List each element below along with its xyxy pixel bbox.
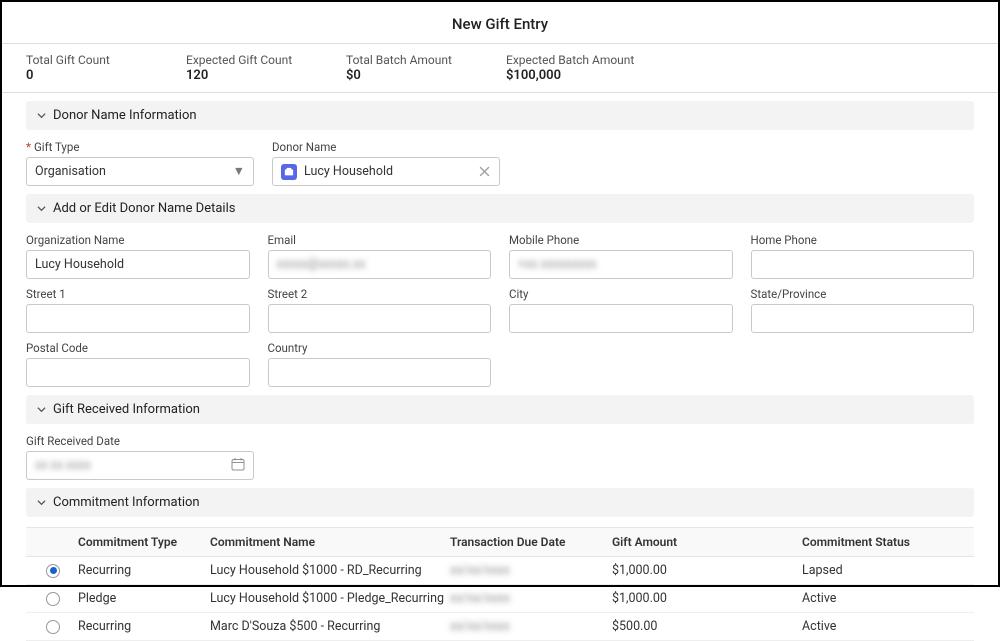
organization-name-input[interactable]: Lucy Household <box>26 250 250 279</box>
field-label: Street 2 <box>268 287 492 301</box>
row-radio[interactable] <box>46 592 60 606</box>
field-home-phone: Home Phone <box>751 233 975 279</box>
state-input[interactable] <box>751 304 975 333</box>
street2-input[interactable] <box>268 304 492 333</box>
account-icon <box>281 164 297 180</box>
cell-name: Lucy Household $1000 - Pledge_Recurring <box>210 591 450 606</box>
row-radio[interactable] <box>46 620 60 634</box>
field-organization-name: Organization Name Lucy Household <box>26 233 250 279</box>
field-label: City <box>509 287 733 301</box>
stat-value: 120 <box>186 68 346 83</box>
stat-total-batch-amount: Total Batch Amount $0 <box>346 53 506 83</box>
stat-value: $100,000 <box>506 68 686 83</box>
field-label: Email <box>268 233 492 247</box>
col-header-name: Commitment Name <box>210 535 450 549</box>
stat-value: 0 <box>26 68 186 83</box>
field-label: Gift Received Date <box>26 434 254 448</box>
section-donor-name-info[interactable]: Donor Name Information <box>26 101 974 130</box>
stat-label: Expected Gift Count <box>186 53 346 67</box>
clear-icon[interactable] <box>477 165 491 179</box>
field-label: State/Province <box>751 287 975 301</box>
section-title: Add or Edit Donor Name Details <box>53 201 235 216</box>
cell-type: Pledge <box>78 591 210 606</box>
field-label: Mobile Phone <box>509 233 733 247</box>
field-city: City <box>509 287 733 333</box>
donor-name-lookup[interactable]: Lucy Household <box>272 157 500 186</box>
field-label: Organization Name <box>26 233 250 247</box>
field-country: Country <box>268 341 492 387</box>
calendar-icon <box>231 457 245 475</box>
section-title: Donor Name Information <box>53 108 197 123</box>
field-label: Country <box>268 341 492 355</box>
cell-amount: $1,000.00 <box>612 563 802 578</box>
col-header-status: Commitment Status <box>802 535 974 549</box>
lookup-value: Lucy Household <box>304 164 393 179</box>
select-value: Organisation <box>35 164 106 179</box>
stat-expected-gift-count: Expected Gift Count 120 <box>186 53 346 83</box>
cell-type: Recurring <box>78 619 210 634</box>
stat-expected-batch-amount: Expected Batch Amount $100,000 <box>506 53 686 83</box>
cell-name: Marc D'Souza $500 - Recurring <box>210 619 450 634</box>
table-row[interactable]: RecurringMarc D'Souza $500 - Recurringxx… <box>26 613 974 641</box>
cell-status: Active <box>802 619 974 634</box>
field-street2: Street 2 <box>268 287 492 333</box>
field-label: Gift Type <box>34 140 79 154</box>
section-title: Gift Received Information <box>53 402 200 417</box>
col-header-amount: Gift Amount <box>612 535 802 549</box>
page-title: New Gift Entry <box>2 2 998 43</box>
cell-type: Recurring <box>78 563 210 578</box>
cell-date: xx/xx/xxxx <box>450 619 612 634</box>
col-header-type: Commitment Type <box>78 535 210 549</box>
commitment-table: Commitment Type Commitment Name Transact… <box>26 527 974 641</box>
gift-received-date-input[interactable]: xx xx xxxx <box>26 451 254 480</box>
gift-type-select[interactable]: Organisation ▼ <box>26 157 254 186</box>
section-commitment[interactable]: Commitment Information <box>26 488 974 517</box>
cell-date: xx/xx/xxxx <box>450 563 612 578</box>
chevron-down-icon <box>36 405 46 415</box>
cell-amount: $500.00 <box>612 619 802 634</box>
field-mobile-phone: Mobile Phone +xx xxxxxxxxx <box>509 233 733 279</box>
table-row[interactable]: PledgeLucy Household $1000 - Pledge_Recu… <box>26 585 974 613</box>
table-row[interactable]: RecurringLucy Household $1000 - RD_Recur… <box>26 557 974 585</box>
chevron-down-icon <box>36 498 46 508</box>
email-input[interactable]: xxxxx@xxxxx.xx <box>268 250 492 279</box>
col-header-date: Transaction Due Date <box>450 535 612 549</box>
section-title: Commitment Information <box>53 495 200 510</box>
stat-label: Expected Batch Amount <box>506 53 686 67</box>
stat-total-gift-count: Total Gift Count 0 <box>26 53 186 83</box>
section-donor-details[interactable]: Add or Edit Donor Name Details <box>26 194 974 223</box>
field-label: Donor Name <box>272 140 500 154</box>
field-gift-type: *Gift Type Organisation ▼ <box>26 140 254 186</box>
field-label: Home Phone <box>751 233 975 247</box>
city-input[interactable] <box>509 304 733 333</box>
cell-status: Active <box>802 591 974 606</box>
field-street1: Street 1 <box>26 287 250 333</box>
chevron-down-icon <box>36 204 46 214</box>
stat-value: $0 <box>346 68 506 83</box>
postal-input[interactable] <box>26 358 250 387</box>
section-gift-received[interactable]: Gift Received Information <box>26 395 974 424</box>
field-state: State/Province <box>751 287 975 333</box>
row-radio[interactable] <box>46 564 60 578</box>
caret-down-icon: ▼ <box>233 164 245 179</box>
field-postal: Postal Code <box>26 341 250 387</box>
batch-stats: Total Gift Count 0 Expected Gift Count 1… <box>2 43 998 93</box>
field-donor-name: Donor Name Lucy Household <box>272 140 500 186</box>
table-header-row: Commitment Type Commitment Name Transact… <box>26 527 974 557</box>
mobile-phone-input[interactable]: +xx xxxxxxxxx <box>509 250 733 279</box>
cell-status: Lapsed <box>802 563 974 578</box>
field-email: Email xxxxx@xxxxx.xx <box>268 233 492 279</box>
stat-label: Total Batch Amount <box>346 53 506 67</box>
field-label: Street 1 <box>26 287 250 301</box>
home-phone-input[interactable] <box>751 250 975 279</box>
field-gift-received-date: Gift Received Date xx xx xxxx <box>26 434 254 480</box>
chevron-down-icon <box>36 111 46 121</box>
street1-input[interactable] <box>26 304 250 333</box>
country-input[interactable] <box>268 358 492 387</box>
stat-label: Total Gift Count <box>26 53 186 67</box>
cell-name: Lucy Household $1000 - RD_Recurring <box>210 563 450 578</box>
cell-amount: $1,000.00 <box>612 591 802 606</box>
cell-date: xx/xx/xxxx <box>450 591 612 606</box>
field-label: Postal Code <box>26 341 250 355</box>
